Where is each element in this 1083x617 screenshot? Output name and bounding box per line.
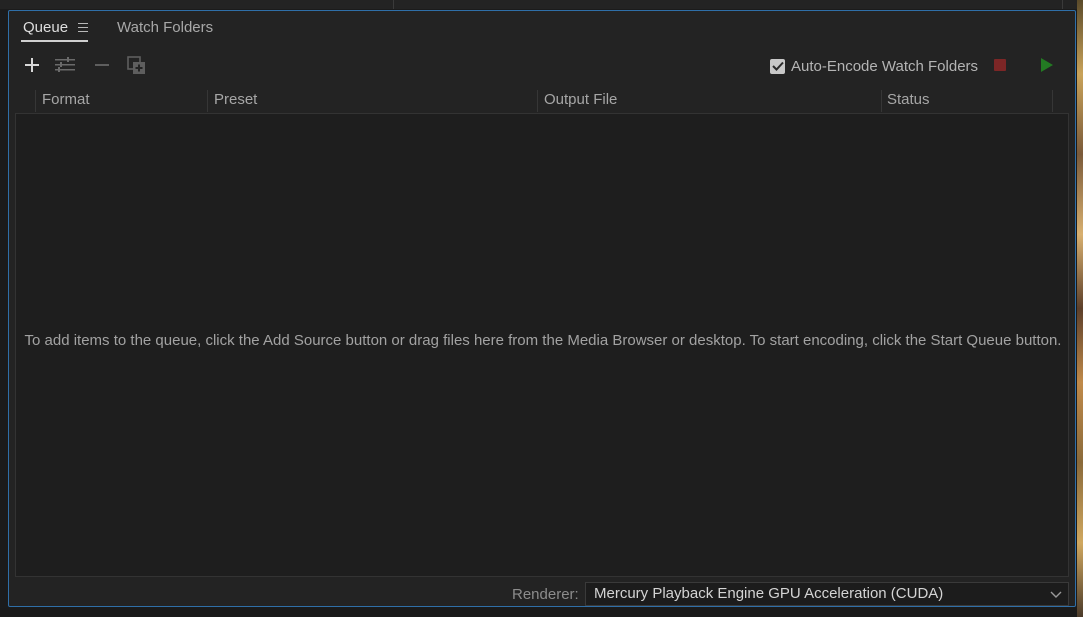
duplicate-icon	[127, 56, 145, 74]
tab-watch-folders-label: Watch Folders	[117, 19, 214, 36]
chevron-down-icon	[1050, 591, 1062, 598]
bottom-strip	[0, 608, 1077, 617]
top-divider	[393, 0, 394, 9]
column-format[interactable]: Format	[36, 90, 208, 112]
background-image-strip	[1077, 0, 1083, 617]
start-queue-button[interactable]	[1035, 53, 1059, 77]
queue-panel: Queue Watch Folders Auto-Encode Watch Fo…	[8, 10, 1076, 607]
top-divider	[1062, 0, 1063, 9]
column-preset[interactable]: Preset	[208, 90, 538, 112]
empty-queue-message: To add items to the queue, click the Add…	[24, 332, 1062, 349]
column-output-file[interactable]: Output File	[538, 90, 881, 112]
column-status[interactable]: Status	[881, 90, 1051, 112]
queue-table-header: Format Preset Output File Status	[15, 90, 1067, 112]
preset-settings-button[interactable]	[54, 53, 78, 77]
panel-menu-icon[interactable]	[78, 22, 88, 32]
top-strip	[0, 0, 1083, 9]
sliders-icon	[55, 57, 75, 72]
play-icon	[1041, 58, 1053, 72]
auto-encode-checkbox-row[interactable]: Auto-Encode Watch Folders	[770, 56, 978, 76]
stop-icon	[994, 59, 1006, 71]
remove-button[interactable]	[90, 53, 114, 77]
renderer-label: Renderer:	[512, 586, 579, 603]
queue-list[interactable]: To add items to the queue, click the Add…	[15, 113, 1069, 577]
active-tab-underline	[21, 40, 88, 42]
renderer-value: Mercury Playback Engine GPU Acceleration…	[594, 585, 944, 602]
add-source-button[interactable]	[20, 53, 44, 77]
checkmark-icon	[771, 61, 784, 71]
stop-queue-button[interactable]	[988, 53, 1012, 77]
column-separator	[1052, 90, 1053, 112]
duplicate-button[interactable]	[125, 54, 149, 78]
tab-queue[interactable]: Queue	[23, 17, 68, 41]
renderer-dropdown[interactable]: Mercury Playback Engine GPU Acceleration…	[585, 582, 1069, 606]
tab-watch-folders[interactable]: Watch Folders	[117, 17, 213, 41]
auto-encode-checkbox[interactable]	[770, 58, 785, 74]
minus-icon	[95, 64, 109, 66]
column-preset-label: Preset	[214, 91, 258, 108]
column-status-label: Status	[887, 91, 930, 108]
auto-encode-label: Auto-Encode Watch Folders	[791, 57, 979, 75]
column-format-label: Format	[42, 91, 90, 108]
plus-icon	[25, 58, 39, 72]
tab-queue-label: Queue	[23, 19, 69, 36]
column-output-file-label: Output File	[544, 91, 618, 108]
